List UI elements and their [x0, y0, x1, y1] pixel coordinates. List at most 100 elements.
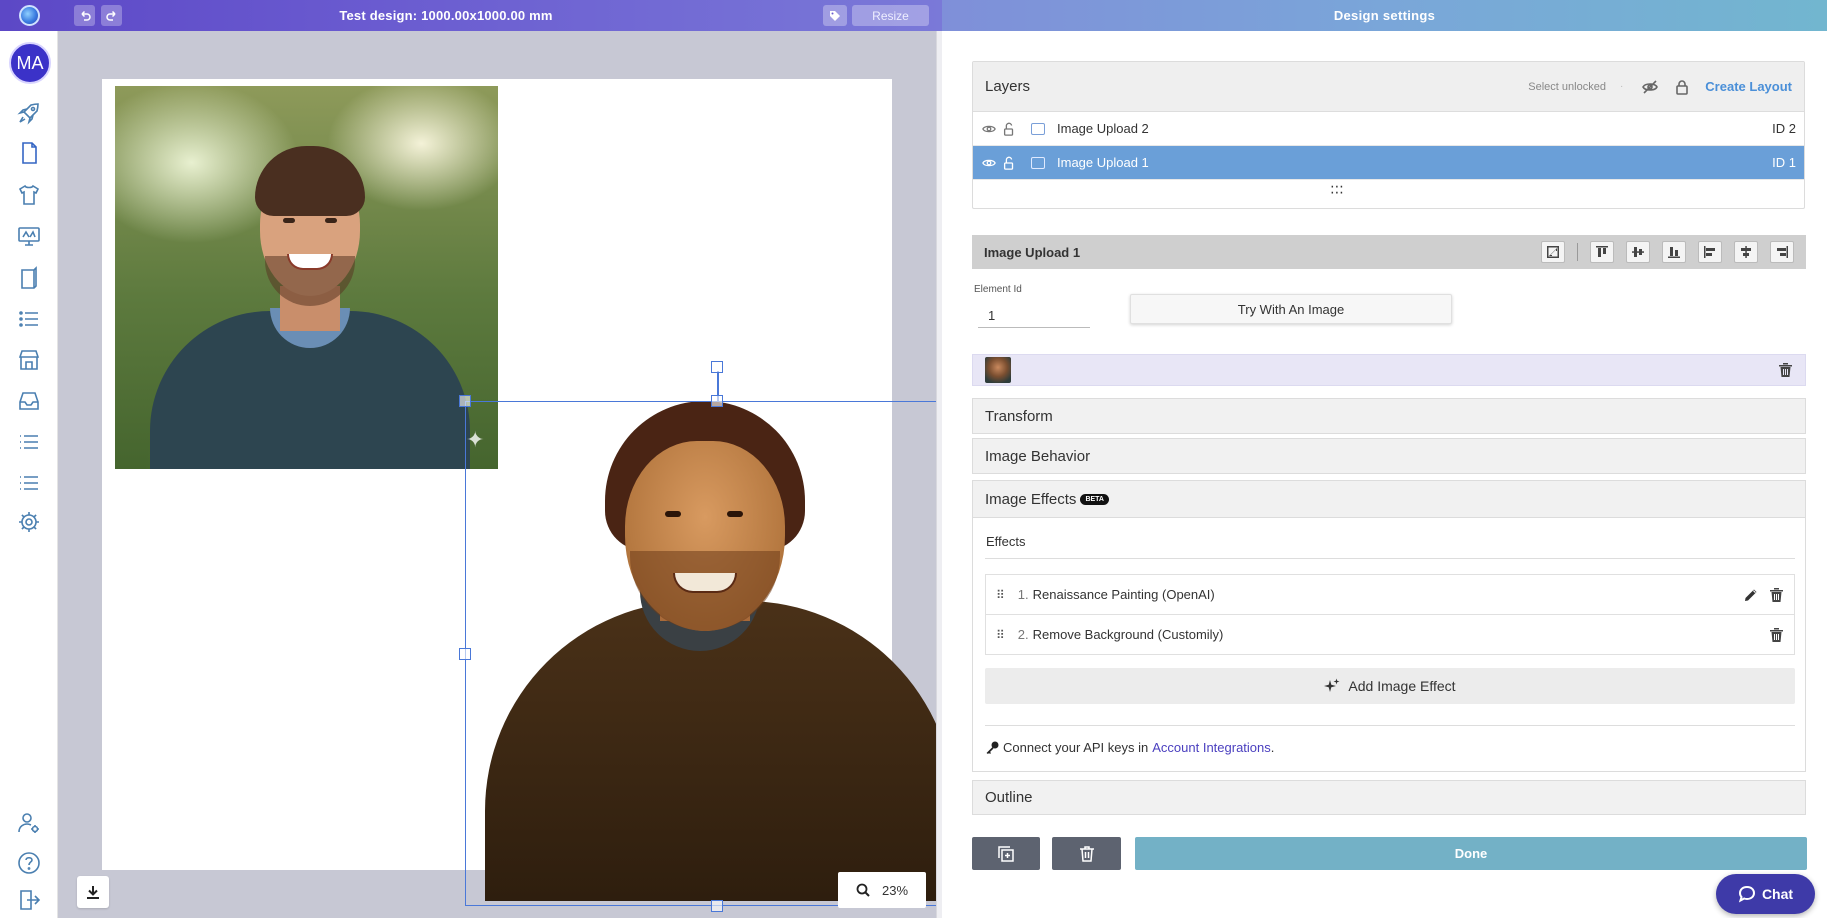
- image-layer-icon: [1031, 122, 1045, 135]
- image-upload-2-photo[interactable]: [115, 86, 498, 469]
- layers-panel: Layers Select unlocked · Create Layout I…: [972, 61, 1805, 209]
- element-title: Image Upload 1: [984, 244, 1081, 260]
- effects-label: Effects: [986, 534, 1026, 549]
- create-layout-link[interactable]: Create Layout: [1705, 79, 1792, 94]
- gear-icon[interactable]: [17, 510, 41, 534]
- image-thumbnail[interactable]: [985, 357, 1011, 383]
- unlock-icon[interactable]: [1001, 155, 1017, 171]
- download-icon: [87, 886, 99, 899]
- resize-handle-tl[interactable]: [459, 395, 471, 407]
- api-keys-note: Connect your API keys in Account Integra…: [986, 740, 1274, 755]
- chat-icon: [1738, 885, 1755, 903]
- chat-label: Chat: [1761, 886, 1794, 902]
- book-icon[interactable]: [17, 266, 41, 290]
- layer-id: ID 1: [1772, 155, 1796, 170]
- effect-name: Renaissance Painting (OpenAI): [1032, 587, 1215, 602]
- image-behavior-section[interactable]: Image Behavior: [972, 438, 1806, 474]
- add-image-effect-button[interactable]: Add Image Effect: [985, 668, 1795, 704]
- eye-off-icon[interactable]: [1641, 78, 1659, 96]
- eye-icon[interactable]: [981, 155, 997, 171]
- layers-resize-grip[interactable]: ⋯ ⋯: [1330, 179, 1345, 199]
- fit-to-canvas-icon[interactable]: [1541, 241, 1565, 263]
- duplicate-icon: [998, 845, 1014, 862]
- avatar[interactable]: MA: [9, 42, 51, 84]
- rotate-handle[interactable]: [711, 361, 723, 373]
- drag-handle-icon[interactable]: ⠿: [996, 588, 1005, 602]
- duplicate-button[interactable]: [972, 837, 1040, 870]
- editor-topbar: Test design: 1000.00x1000.00 mm Resize: [0, 0, 942, 31]
- trash-icon: [1079, 845, 1094, 862]
- trash-icon[interactable]: [1777, 362, 1793, 378]
- outline-section[interactable]: Outline: [972, 780, 1806, 815]
- transform-section[interactable]: Transform: [972, 398, 1806, 434]
- resize-handle-ml[interactable]: [459, 648, 471, 660]
- effect-item[interactable]: ⠿ 1. Renaissance Painting (OpenAI): [985, 574, 1795, 615]
- design-canvas[interactable]: ✦: [58, 31, 975, 918]
- monitor-icon[interactable]: [17, 224, 41, 248]
- tshirt-icon[interactable]: [17, 183, 41, 207]
- effect-number: 2.: [1017, 627, 1029, 642]
- list-icon[interactable]: [17, 471, 41, 495]
- trash-icon[interactable]: [1768, 587, 1784, 603]
- align-center-icon[interactable]: [1734, 241, 1758, 263]
- try-with-image-button[interactable]: Try With An Image: [1130, 294, 1452, 324]
- align-left-icon[interactable]: [1698, 241, 1722, 263]
- logout-icon[interactable]: [17, 888, 41, 912]
- element-id-label: Element Id: [974, 284, 1022, 295]
- selection-box: [465, 401, 969, 906]
- account-integrations-link[interactable]: Account Integrations: [1152, 740, 1271, 755]
- tag-button[interactable]: [823, 5, 847, 26]
- align-bottom-icon[interactable]: [1662, 241, 1686, 263]
- api-keys-period: .: [1270, 740, 1275, 755]
- resize-handle-bm[interactable]: [711, 900, 723, 912]
- beta-badge: BETA: [1080, 493, 1109, 505]
- pencil-icon[interactable]: [1742, 586, 1760, 604]
- resize-button[interactable]: Resize: [852, 5, 929, 26]
- tag-icon: [830, 10, 840, 21]
- toolbar-divider: [1577, 243, 1578, 261]
- lock-icon[interactable]: [1673, 78, 1691, 96]
- download-button[interactable]: [77, 876, 109, 908]
- zoom-control[interactable]: 23%: [838, 872, 926, 908]
- align-right-icon[interactable]: [1770, 241, 1794, 263]
- list-icon[interactable]: [17, 430, 41, 454]
- layer-row[interactable]: Image Upload 1 ID 1: [973, 146, 1804, 180]
- unlock-icon[interactable]: [1001, 121, 1017, 137]
- drag-handle-icon[interactable]: ⠿: [996, 628, 1005, 642]
- document-icon[interactable]: [17, 141, 41, 165]
- inbox-icon[interactable]: [17, 389, 41, 413]
- list-icon[interactable]: [17, 307, 41, 331]
- element-toolbar: Image Upload 1: [972, 235, 1806, 269]
- layers-title: Layers: [985, 78, 1031, 95]
- sparkle-icon: [1324, 678, 1340, 692]
- effect-item[interactable]: ⠿ 2. Remove Background (Customily): [985, 614, 1795, 655]
- effect-name: Remove Background (Customily): [1032, 627, 1224, 642]
- align-top-icon[interactable]: [1590, 241, 1614, 263]
- search-icon: [856, 883, 870, 897]
- image-layer-icon: [1031, 156, 1045, 169]
- user-settings-icon[interactable]: [17, 811, 41, 835]
- resize-handle-tm[interactable]: [711, 395, 723, 407]
- zoom-level: 23%: [881, 882, 909, 898]
- image-thumbnail-row: [972, 354, 1806, 386]
- image-effects-panel: Effects ⠿ 1. Renaissance Painting (OpenA…: [972, 518, 1806, 772]
- layer-name: Image Upload 2: [1057, 121, 1149, 136]
- element-id-input[interactable]: [978, 304, 1090, 328]
- align-middle-icon[interactable]: [1626, 241, 1650, 263]
- chat-button[interactable]: Chat: [1716, 874, 1815, 914]
- done-button[interactable]: Done: [1135, 837, 1807, 870]
- layers-header: Layers Select unlocked · Create Layout: [973, 62, 1804, 112]
- rocket-icon[interactable]: [17, 101, 41, 125]
- image-effects-section[interactable]: Image Effects BETA: [972, 480, 1806, 518]
- add-image-effect-label: Add Image Effect: [1348, 678, 1456, 694]
- help-icon[interactable]: [17, 851, 41, 875]
- image-effects-title: Image Effects: [985, 490, 1077, 508]
- trash-icon[interactable]: [1768, 627, 1784, 643]
- eye-icon[interactable]: [981, 121, 997, 137]
- store-icon[interactable]: [17, 348, 41, 372]
- select-unlocked-link[interactable]: Select unlocked: [1528, 81, 1606, 93]
- layer-row[interactable]: Image Upload 2 ID 2: [973, 112, 1804, 146]
- layer-id: ID 2: [1772, 121, 1796, 136]
- left-sidebar: MA: [0, 31, 58, 918]
- delete-button[interactable]: [1052, 837, 1121, 870]
